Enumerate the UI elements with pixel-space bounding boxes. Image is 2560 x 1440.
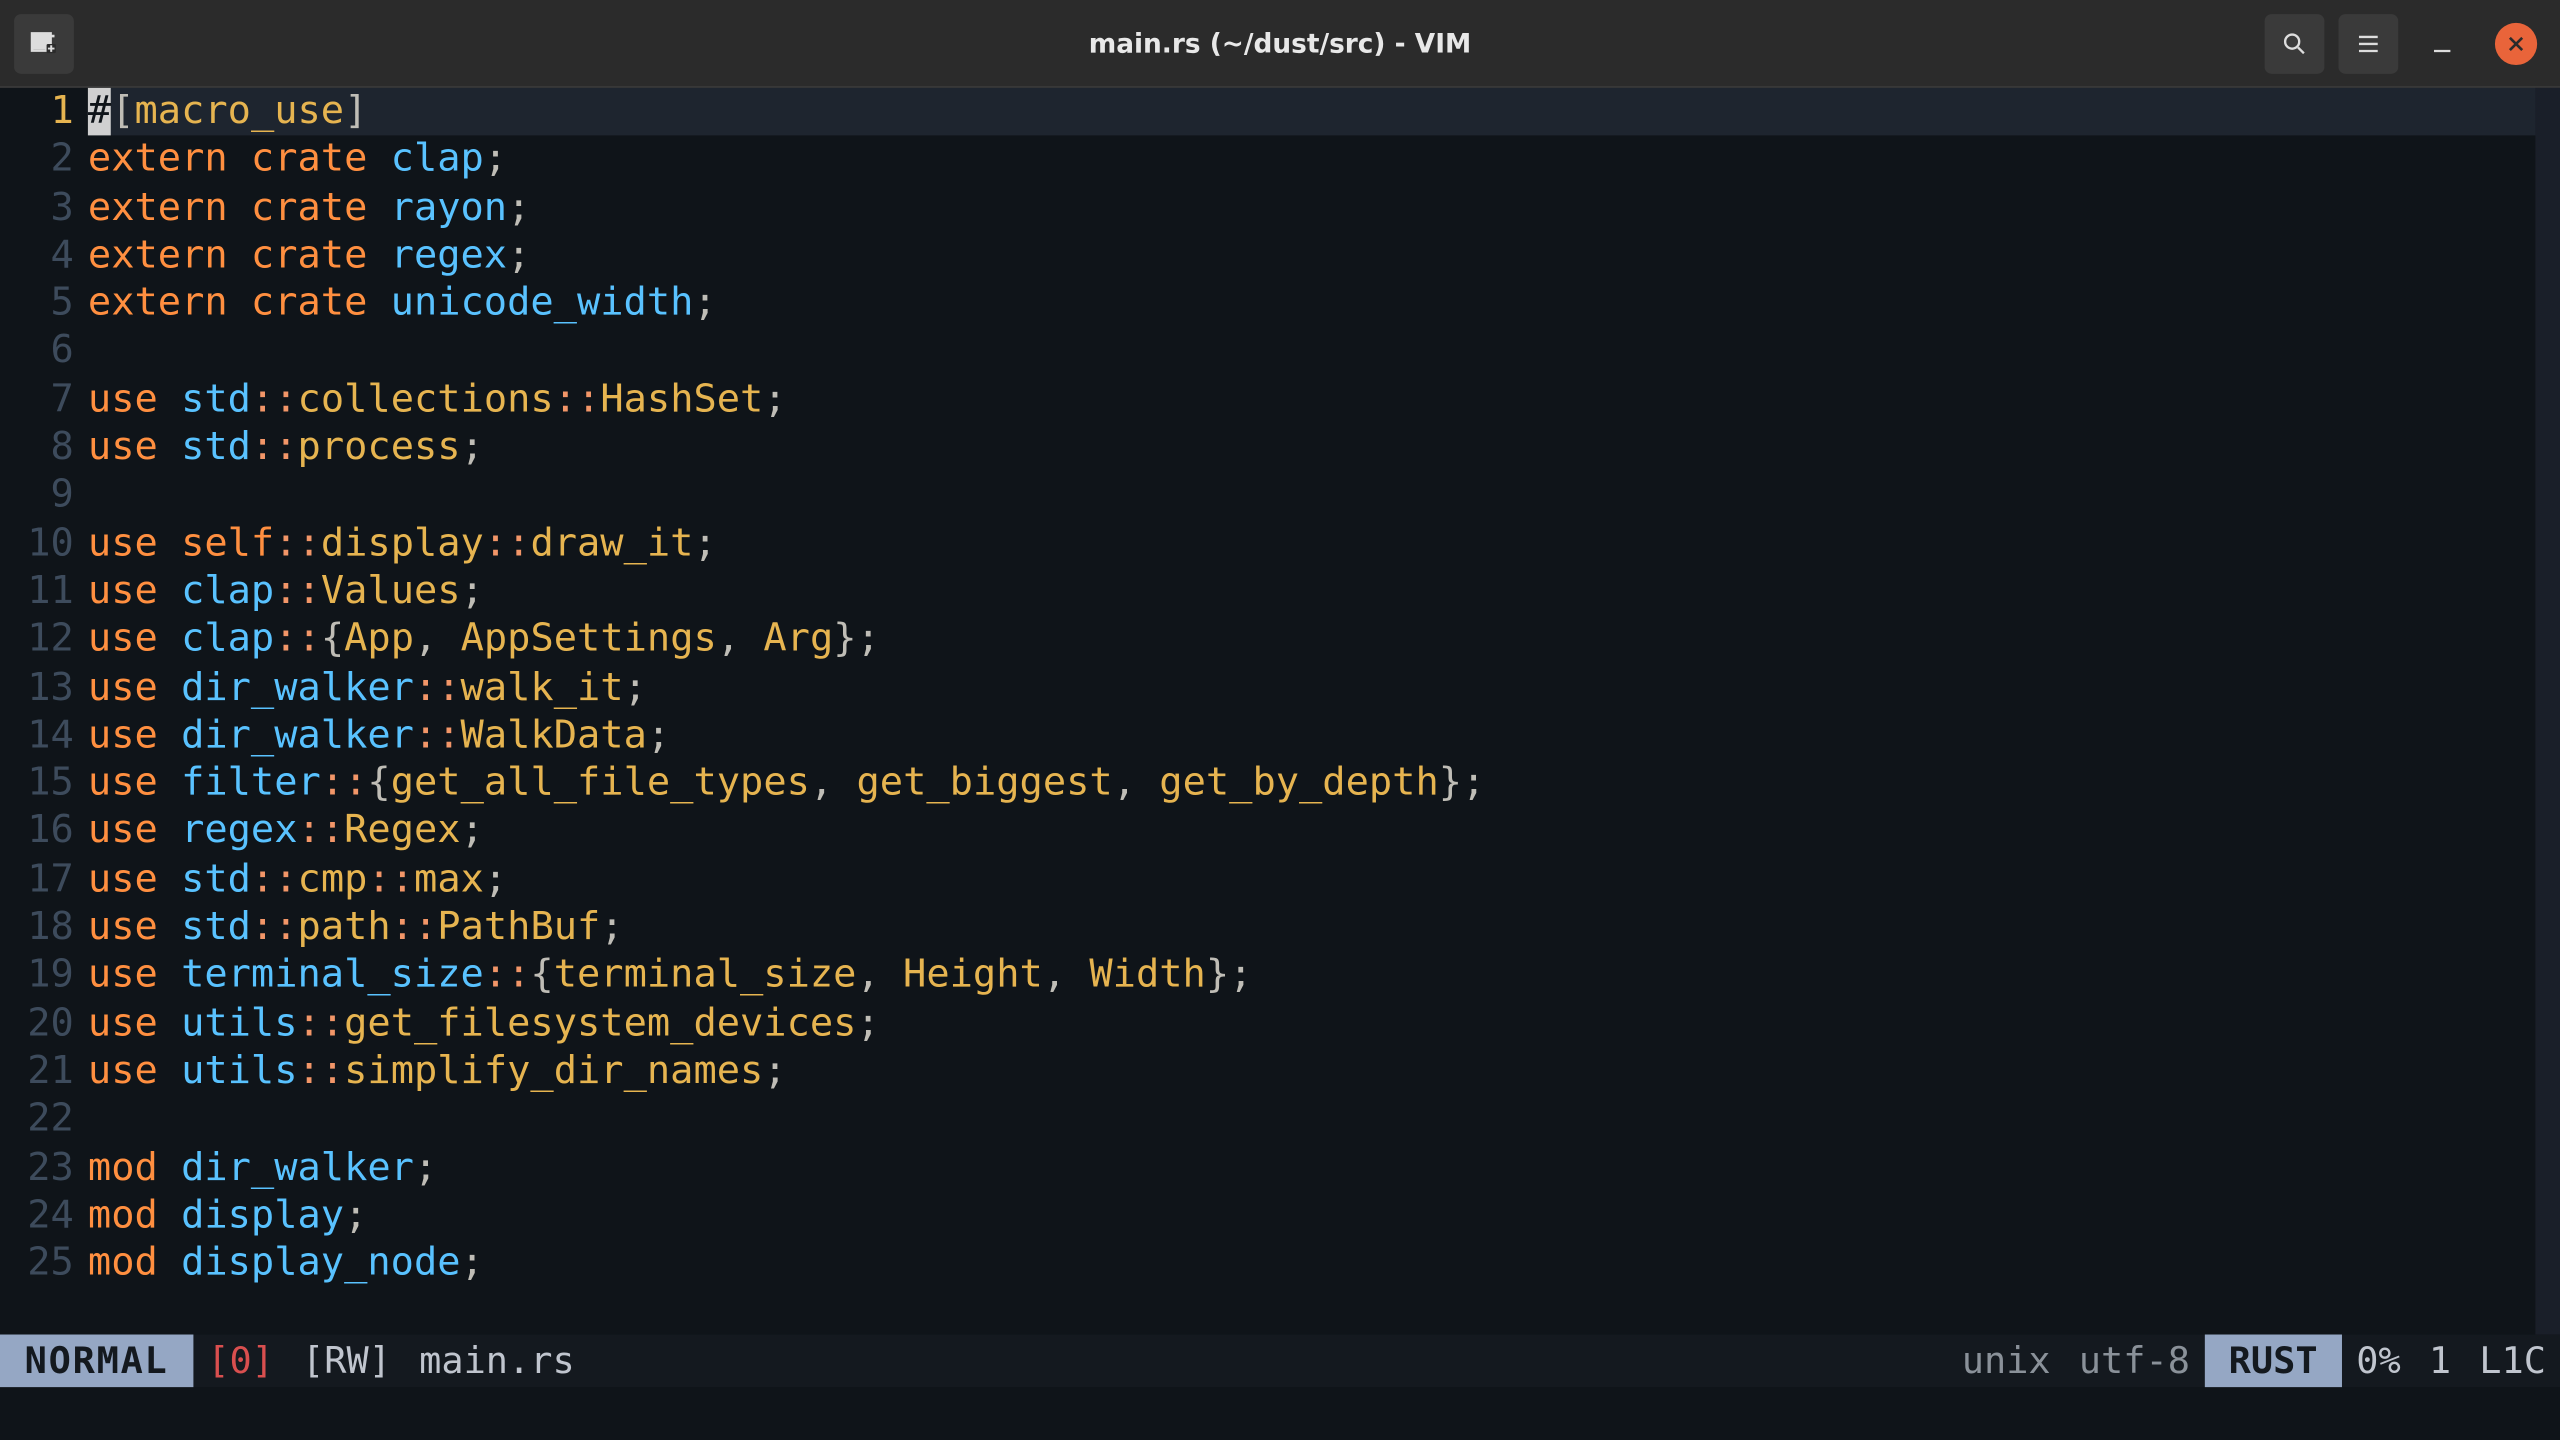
readwrite-indicator: [RW] [288, 1340, 405, 1382]
line-number: 8 [0, 424, 74, 472]
vim-window: main.rs (~/dust/src) - VIM 1234567891011… [0, 0, 2560, 1440]
line-number: 1 [0, 88, 74, 136]
cursor: # [88, 88, 111, 136]
code-line: extern crate rayon; [88, 184, 2535, 232]
code-line: extern crate clap; [88, 136, 2535, 184]
code-content[interactable]: #[macro_use]extern crate clap;extern cra… [88, 88, 2535, 1335]
mode-indicator: NORMAL [0, 1335, 193, 1388]
code-line: #[macro_use] [88, 88, 2535, 136]
fileformat: unix [1948, 1340, 2065, 1382]
code-line: extern crate unicode_width; [88, 280, 2535, 328]
scroll-percent: 0% [2342, 1340, 2415, 1382]
close-icon [2505, 33, 2526, 54]
code-line [88, 328, 2535, 376]
line-number: 15 [0, 760, 74, 808]
code-line: use clap::{App, AppSettings, Arg}; [88, 616, 2535, 664]
buffer-number: [0] [193, 1340, 288, 1382]
line-number: 4 [0, 232, 74, 280]
line-number: 13 [0, 664, 74, 712]
line-number: 22 [0, 1096, 74, 1144]
window-title: main.rs (~/dust/src) - VIM [0, 27, 2560, 59]
code-line: use std::collections::HashSet; [88, 376, 2535, 424]
code-line [88, 472, 2535, 520]
line-number: 5 [0, 280, 74, 328]
line-number: 21 [0, 1048, 74, 1096]
code-line: mod dir_walker; [88, 1144, 2535, 1192]
line-number: 9 [0, 472, 74, 520]
line-number: 18 [0, 904, 74, 952]
code-line: use dir_walker::walk_it; [88, 664, 2535, 712]
line-number: 14 [0, 712, 74, 760]
encoding: utf-8 [2065, 1340, 2204, 1382]
line-number: 23 [0, 1144, 74, 1192]
code-line: use utils::get_filesystem_devices; [88, 1000, 2535, 1048]
code-line: use utils::simplify_dir_names; [88, 1048, 2535, 1096]
close-button[interactable] [2486, 13, 2546, 73]
code-line: use dir_walker::WalkData; [88, 712, 2535, 760]
terminal-plus-icon [28, 27, 60, 59]
command-line[interactable] [0, 1387, 2560, 1440]
new-tab-button[interactable] [14, 13, 74, 73]
code-line: mod display_node; [88, 1240, 2535, 1288]
line-number: 17 [0, 856, 74, 904]
code-line [88, 1096, 2535, 1144]
line-number: 19 [0, 952, 74, 1000]
search-button[interactable] [2265, 13, 2325, 73]
minimize-button[interactable] [2412, 13, 2472, 73]
menu-button[interactable] [2338, 13, 2398, 73]
code-line: use filter::{get_all_file_types, get_big… [88, 760, 2535, 808]
line-number: 6 [0, 328, 74, 376]
filetype: RUST [2204, 1335, 2342, 1388]
search-icon [2280, 29, 2308, 57]
line-indicator: 1 [2415, 1340, 2465, 1382]
line-number: 7 [0, 376, 74, 424]
line-number: 11 [0, 568, 74, 616]
line-number: 3 [0, 184, 74, 232]
code-line: use regex::Regex; [88, 808, 2535, 856]
code-line: use std::path::PathBuf; [88, 904, 2535, 952]
code-line: use std::cmp::max; [88, 856, 2535, 904]
code-line: use self::display::draw_it; [88, 520, 2535, 568]
line-number: 10 [0, 520, 74, 568]
status-line: NORMAL [0] [RW] main.rs unix utf-8 RUST … [0, 1335, 2560, 1388]
line-number: 12 [0, 616, 74, 664]
code-line: mod display; [88, 1192, 2535, 1240]
code-line: use clap::Values; [88, 568, 2535, 616]
code-line: use std::process; [88, 424, 2535, 472]
filename: main.rs [405, 1340, 589, 1382]
line-number: 16 [0, 808, 74, 856]
minimize-icon [2428, 29, 2456, 57]
editor-area[interactable]: 1234567891011121314151617181920212223242… [0, 88, 2560, 1335]
line-number: 25 [0, 1240, 74, 1288]
line-number: 24 [0, 1192, 74, 1240]
code-line: extern crate regex; [88, 232, 2535, 280]
col-indicator: L1C [2465, 1340, 2560, 1382]
hamburger-icon [2354, 29, 2382, 57]
line-number: 20 [0, 1000, 74, 1048]
line-number: 2 [0, 136, 74, 184]
scrollbar[interactable] [2535, 88, 2560, 1335]
line-number-gutter: 1234567891011121314151617181920212223242… [0, 88, 88, 1335]
code-line: use terminal_size::{terminal_size, Heigh… [88, 952, 2535, 1000]
titlebar: main.rs (~/dust/src) - VIM [0, 0, 2560, 88]
